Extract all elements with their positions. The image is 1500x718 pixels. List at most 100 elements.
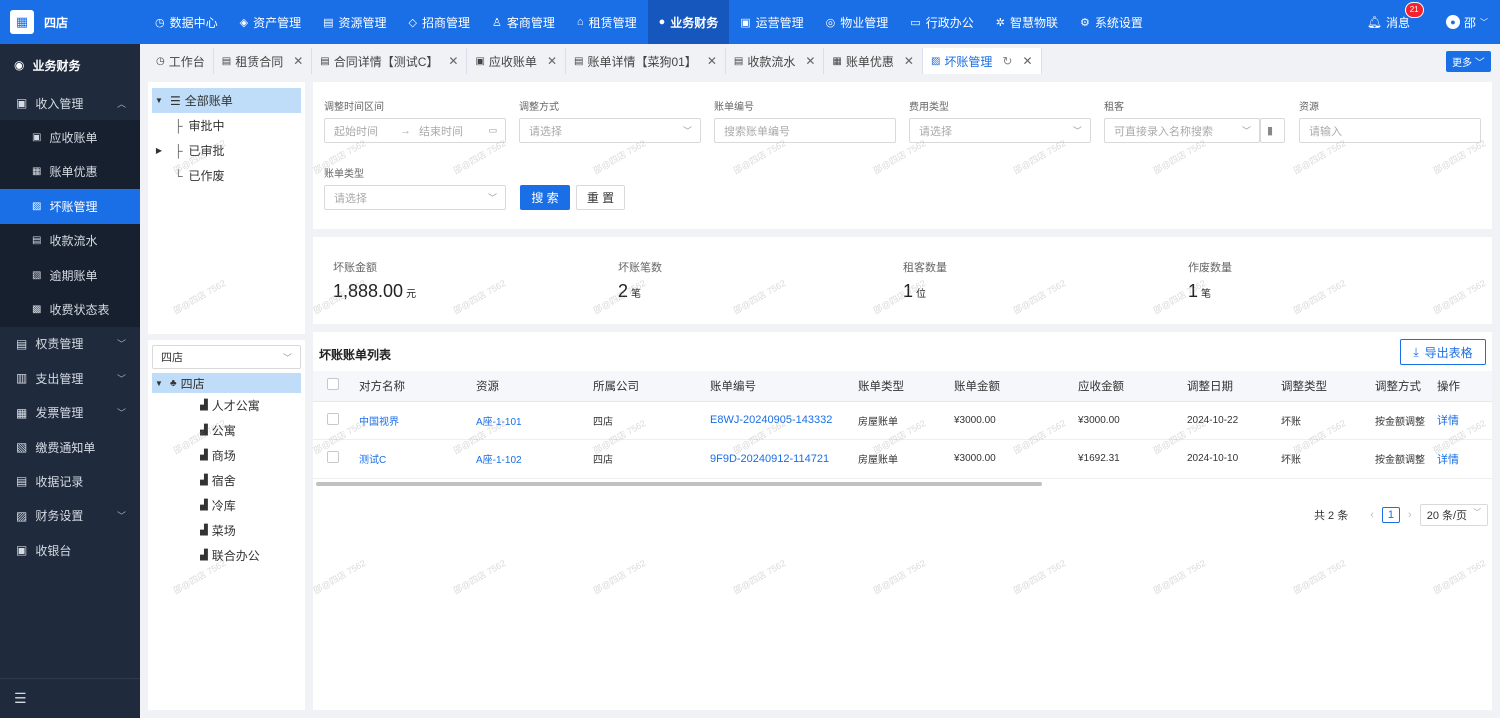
tree-node-resource-6[interactable]: ▟ 联合办公 bbox=[152, 543, 301, 568]
cell-resource[interactable]: A座-1-102 bbox=[470, 439, 587, 479]
messages-button[interactable]: 🔔︎ 消息 21 bbox=[1367, 1, 1424, 31]
tree-node-resource-5[interactable]: ▟ 菜场 bbox=[152, 518, 301, 543]
sidebar-item-0-3[interactable]: ▤ 收款流水 bbox=[0, 223, 140, 258]
topnav-item-1[interactable]: ◈ 资产管理 bbox=[229, 0, 312, 44]
topnav-item-6[interactable]: ● 业务财务 bbox=[647, 0, 730, 44]
page-size-select[interactable]: 20 条/页 ﹀ bbox=[1419, 504, 1489, 526]
caret-right-icon[interactable]: ▶ bbox=[152, 146, 166, 155]
topnav-item-0[interactable]: ◷ 数据中心 bbox=[144, 0, 229, 44]
tenant-select[interactable]: 可直接录入名称搜索 ﹀ bbox=[1104, 118, 1260, 143]
date-range-picker[interactable]: 起始时间 → 结束时间 ▭ bbox=[324, 118, 506, 143]
reset-button[interactable]: 重 置 bbox=[576, 185, 625, 210]
tab-7[interactable]: ▨ 坏账管理 ↻ ✕ bbox=[922, 48, 1042, 74]
sidebar-item-0-2[interactable]: ▨ 坏账管理 bbox=[0, 189, 140, 224]
collapse-sidebar-icon[interactable]: ☰ bbox=[0, 678, 140, 718]
bill-no-input[interactable]: 搜索账单编号 bbox=[714, 118, 896, 143]
resource-input[interactable]: 请输入 bbox=[1299, 118, 1481, 143]
select-all-checkbox[interactable] bbox=[327, 378, 339, 391]
topnav-item-icon: ✲ bbox=[995, 16, 1005, 29]
close-icon[interactable]: ✕ bbox=[1022, 54, 1032, 68]
tab-4[interactable]: ▤ 账单详情【菜狗01】 ✕ bbox=[566, 48, 726, 74]
store-select[interactable]: 四店 ﹀ bbox=[152, 345, 301, 369]
fee-type-select[interactable]: 请选择 ﹀ bbox=[909, 118, 1091, 143]
cell-party[interactable]: 测试C bbox=[353, 439, 470, 479]
tree-node-resource-0[interactable]: ▟ 人才公寓 bbox=[152, 393, 301, 418]
topnav-item-10[interactable]: ✲ 智慧物联 bbox=[985, 0, 1069, 44]
topnav-item-4[interactable]: ♙ 客商管理 bbox=[481, 0, 566, 44]
sidebar-group-4[interactable]: ▧ 缴费通知单 bbox=[0, 430, 140, 464]
tree-node-resource-1[interactable]: ▟ 公寓 bbox=[152, 418, 301, 443]
sidebar-item-0-4[interactable]: ▧ 逾期账单 bbox=[0, 257, 140, 293]
prev-page-icon[interactable]: ‹ bbox=[1370, 509, 1374, 521]
tab-1[interactable]: ▤ 租赁合同 ✕ bbox=[214, 48, 313, 74]
sidebar-group-1[interactable]: ▤ 权责管理 ﹀ bbox=[0, 327, 140, 361]
user-menu[interactable]: ● 邵 ﹀ bbox=[1445, 14, 1488, 31]
row-checkbox[interactable] bbox=[327, 451, 339, 464]
sidebar-item-icon: ▣ bbox=[32, 132, 42, 144]
stat-label-0: 坏账金额 bbox=[333, 262, 377, 274]
tab-5[interactable]: ▤ 收款流水 ✕ bbox=[726, 48, 825, 74]
stat-label-2: 租客数量 bbox=[903, 262, 947, 274]
topnav-item-8[interactable]: ◎ 物业管理 bbox=[815, 0, 900, 44]
sidebar-title[interactable]: ◉ 业务财务 bbox=[0, 44, 140, 86]
next-page-icon[interactable]: › bbox=[1408, 509, 1412, 521]
bill-type-select[interactable]: 请选择 ﹀ bbox=[324, 185, 506, 210]
row-checkbox[interactable] bbox=[327, 412, 339, 425]
tree-node-resource-2[interactable]: ▟ 商场 bbox=[152, 443, 301, 468]
close-icon[interactable]: ✕ bbox=[293, 54, 303, 68]
stat-label-3: 作废数量 bbox=[1188, 262, 1232, 274]
tab-2[interactable]: ▤ 合同详情【测试C】 ✕ bbox=[312, 48, 468, 74]
close-icon[interactable]: ✕ bbox=[904, 54, 914, 68]
tree-node-all-bills[interactable]: ▼ ☰ 全部账单 bbox=[152, 88, 301, 113]
sidebar-group-2[interactable]: ▥ 支出管理 ﹀ bbox=[0, 361, 140, 395]
refresh-icon[interactable]: ↻ bbox=[1002, 54, 1012, 68]
cell-resource[interactable]: A座-1-101 bbox=[470, 401, 587, 440]
tree-node-2[interactable]: └ 已作废 bbox=[152, 163, 301, 188]
sidebar-group-5[interactable]: ▤ 收据记录 bbox=[0, 464, 140, 498]
tab-6[interactable]: ▦ 账单优惠 ✕ bbox=[824, 48, 923, 74]
sidebar-item-label: 收款流水 bbox=[49, 234, 98, 249]
topnav-item-2[interactable]: ▤ 资源管理 bbox=[312, 0, 397, 44]
search-button[interactable]: 搜 索 bbox=[520, 185, 570, 210]
topnav-item-11[interactable]: ⚙ 系统设置 bbox=[1069, 0, 1154, 44]
sidebar-item-icon: ▧ bbox=[32, 269, 42, 281]
page-1-button[interactable]: 1 bbox=[1381, 507, 1401, 523]
sidebar-item-0-1[interactable]: ▦ 账单优惠 bbox=[0, 154, 140, 190]
close-icon[interactable]: ✕ bbox=[448, 54, 458, 68]
sidebar-group-icon: ▨ bbox=[16, 508, 28, 523]
topnav-item-5[interactable]: ⌂ 租赁管理 bbox=[566, 0, 648, 44]
brand[interactable]: ▦ 四店 bbox=[0, 0, 140, 44]
close-icon[interactable]: ✕ bbox=[707, 54, 717, 68]
sidebar-group-7[interactable]: ▣ 收银台 bbox=[0, 533, 140, 567]
cell-bill-no[interactable]: 9F9D-20240912-114721 bbox=[704, 439, 852, 479]
close-icon[interactable]: ✕ bbox=[805, 54, 815, 68]
topnav-item-3[interactable]: ◇ 招商管理 bbox=[398, 0, 481, 44]
cell-action[interactable]: 详情 bbox=[1431, 401, 1492, 440]
tree-node-resource-3[interactable]: ▟ 宿舍 bbox=[152, 468, 301, 493]
sidebar-item-0-5[interactable]: ▩ 收费状态表 bbox=[0, 292, 140, 327]
horizontal-scrollbar[interactable] bbox=[316, 482, 1042, 486]
method-select[interactable]: 请选择 ﹀ bbox=[519, 118, 701, 143]
sidebar-group-0[interactable]: ▣ 收入管理 ︿ bbox=[0, 86, 140, 120]
stat-number: 2 bbox=[618, 281, 629, 301]
tree-node-1[interactable]: ▶ ├ 已审批 bbox=[152, 138, 301, 163]
cell-party[interactable]: 中国视界 bbox=[353, 401, 470, 440]
topnav-item-7[interactable]: ▣ 运营管理 bbox=[729, 0, 814, 44]
cell-bill-no[interactable]: E8WJ-20240905-143332 bbox=[704, 401, 852, 440]
tenant-label: 租客 bbox=[1104, 102, 1124, 113]
export-button[interactable]: ⤓ 导出表格 bbox=[1400, 339, 1486, 365]
sidebar-item-0-0[interactable]: ▣ 应收账单 bbox=[0, 120, 140, 155]
sidebar-group-3[interactable]: ▦ 发票管理 ﹀ bbox=[0, 396, 140, 430]
tree-node-store[interactable]: ▼ ♣ 四店 bbox=[152, 373, 301, 393]
close-icon[interactable]: ✕ bbox=[547, 54, 557, 68]
topnav-item-9[interactable]: ▭ 行政办公 bbox=[899, 0, 984, 44]
tab-3[interactable]: ▣ 应收账单 ✕ bbox=[467, 48, 566, 74]
tree-node-resource-4[interactable]: ▟ 冷库 bbox=[152, 493, 301, 518]
cell-action[interactable]: 详情 bbox=[1431, 439, 1492, 479]
tab-0[interactable]: ◷ 工作台 bbox=[148, 48, 214, 74]
more-tabs-button[interactable]: 更多 ﹀ bbox=[1446, 51, 1491, 72]
tenant-picker-button[interactable]: ▮ bbox=[1260, 118, 1285, 143]
topnav-item-icon: ▭ bbox=[910, 16, 921, 29]
sidebar-group-6[interactable]: ▨ 财务设置 ﹀ bbox=[0, 499, 140, 533]
tree-node-0[interactable]: ├ 审批中 bbox=[152, 113, 301, 138]
